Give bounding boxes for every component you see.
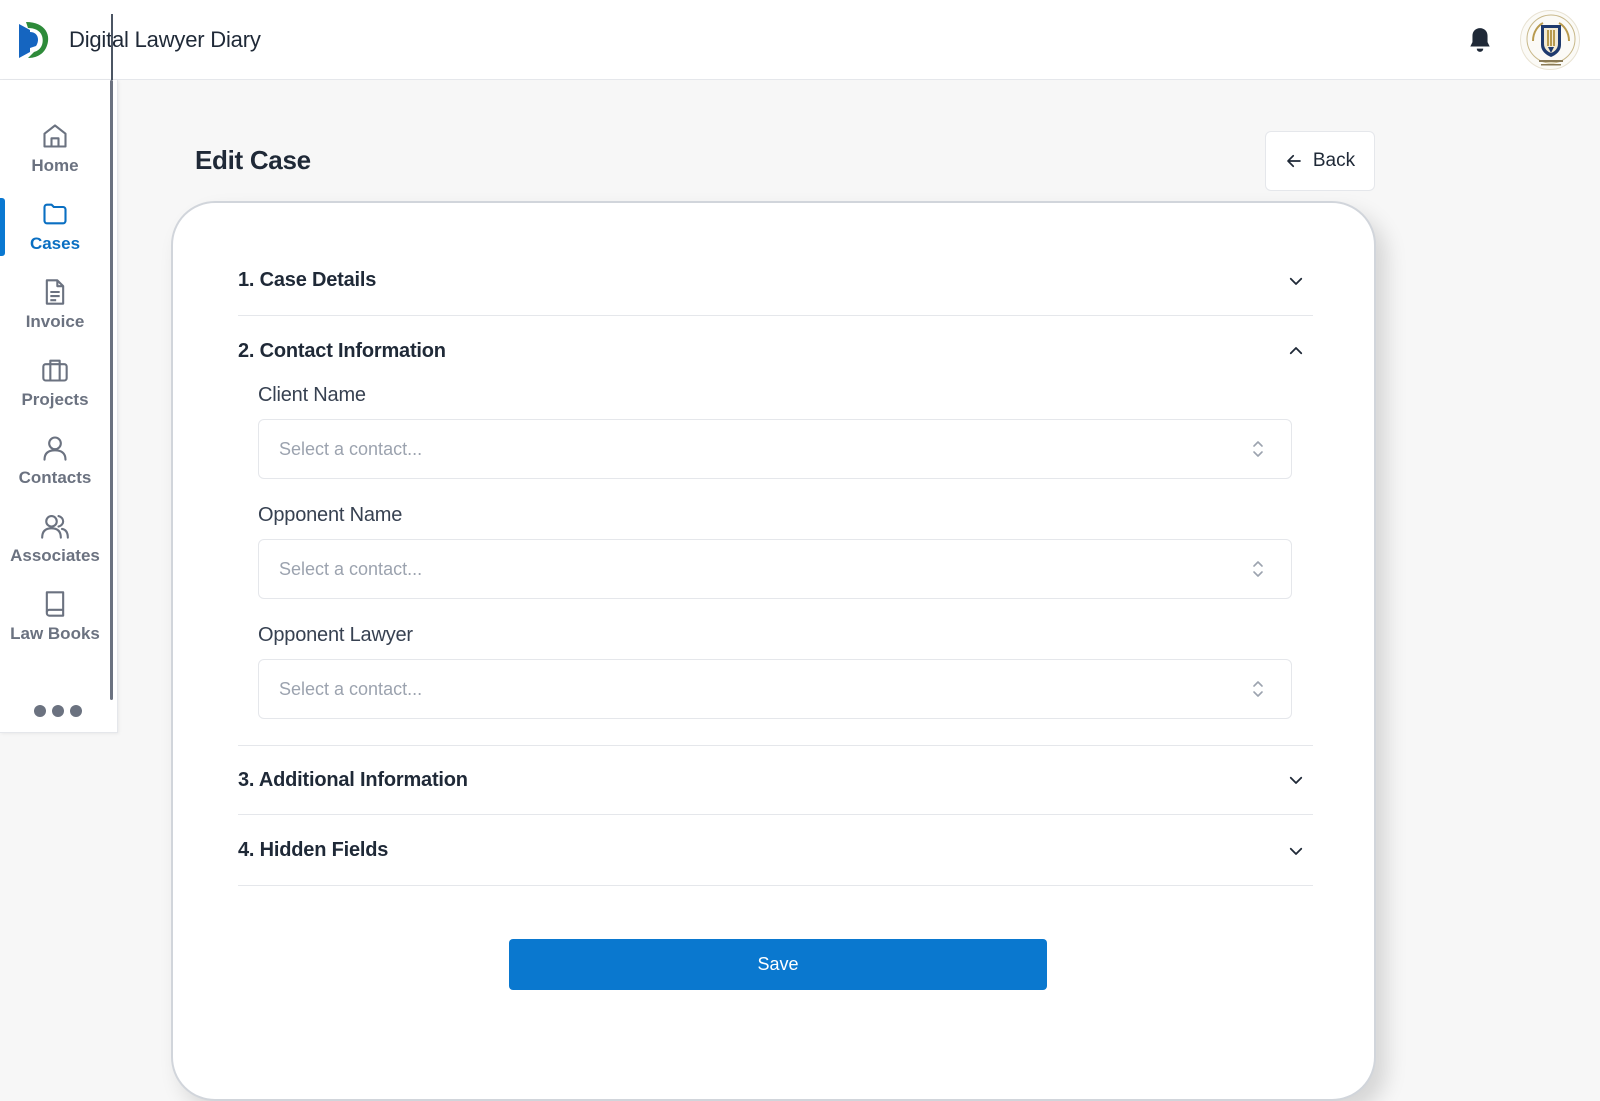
opponent-name-label: Opponent Name [258, 504, 403, 526]
section-hidden-fields-header[interactable]: 4. Hidden Fields [238, 816, 1313, 886]
sidebar-item-contacts[interactable]: Contacts [0, 430, 110, 502]
sidebar-item-label: Law Books [10, 624, 100, 643]
sidebar-item-law-books[interactable]: Law Books [0, 586, 110, 658]
opponent-lawyer-placeholder: Select a contact... [279, 678, 423, 699]
app-title: Digital Lawyer Diary [69, 27, 261, 52]
section-case-details-header[interactable]: 1. Case Details [238, 246, 1313, 316]
document-icon [45, 279, 65, 305]
client-name-placeholder: Select a contact... [279, 438, 423, 459]
sidebar-item-home[interactable]: Home [0, 118, 110, 190]
chevron-up-icon [1289, 347, 1303, 355]
edit-case-card: 1. Case Details 2. Contact Information C… [171, 201, 1376, 1101]
chevron-up-down-icon [1253, 561, 1263, 577]
sidebar-item-invoice[interactable]: Invoice [0, 274, 110, 346]
folder-icon [43, 203, 67, 225]
client-name-select[interactable]: Select a contact... [258, 419, 1292, 479]
home-icon [43, 124, 67, 148]
user-icon [43, 436, 67, 461]
sidebar-item-label: Invoice [25, 312, 85, 331]
sidebar-item-associates[interactable]: Associates [0, 508, 110, 580]
opponent-name-select[interactable]: Select a contact... [258, 539, 1292, 599]
save-button[interactable]: Save [509, 939, 1047, 990]
top-bar: Digital Lawyer Diary [0, 0, 1600, 80]
sidebar-item-label: Cases [29, 234, 81, 253]
section-title: 4. Hidden Fields [238, 839, 389, 861]
law-company-seal-icon [1526, 14, 1576, 66]
section-contact-information-header[interactable]: 2. Contact Information [238, 316, 1313, 386]
section-title: 2. Contact Information [238, 339, 446, 362]
page-title: Edit Case [195, 145, 311, 175]
chevron-down-icon [1289, 847, 1303, 855]
chevron-up-down-icon [1253, 441, 1263, 457]
section-title: 1. Case Details [238, 269, 377, 291]
back-button[interactable]: Back [1265, 131, 1375, 191]
briefcase-icon [42, 359, 68, 382]
sidebar-item-projects[interactable]: Projects [0, 352, 110, 424]
sidebar-item-cases[interactable]: Cases [0, 196, 110, 268]
sidebar: Home Cases Invoice Projects Contacts Ass… [0, 80, 118, 733]
chevron-down-icon [1289, 776, 1303, 784]
sidebar-item-label: Associates [10, 546, 100, 565]
chevron-down-icon [1289, 277, 1303, 285]
bell-icon[interactable] [1467, 26, 1493, 54]
app-logo-icon[interactable] [16, 18, 52, 62]
section-additional-information-header[interactable]: 3. Additional Information [238, 745, 1313, 815]
back-button-label: Back [1312, 150, 1356, 171]
sidebar-item-label: Home [31, 156, 79, 175]
section-title: 3. Additional Information [238, 768, 468, 791]
more-dots-icon[interactable] [34, 705, 82, 717]
client-name-label: Client Name [258, 384, 366, 406]
chevron-up-down-icon [1253, 681, 1263, 697]
arrow-left-icon [1287, 154, 1301, 168]
sidebar-item-label: Projects [21, 390, 89, 409]
book-icon [45, 591, 65, 617]
sidebar-scrollbar[interactable] [110, 80, 113, 700]
users-icon [41, 515, 69, 539]
sidebar-item-label: Contacts [18, 468, 92, 487]
avatar[interactable] [1520, 10, 1580, 70]
text-cursor [111, 14, 113, 80]
opponent-lawyer-select[interactable]: Select a contact... [258, 659, 1292, 719]
opponent-name-placeholder: Select a contact... [279, 558, 423, 579]
opponent-lawyer-label: Opponent Lawyer [258, 624, 413, 646]
